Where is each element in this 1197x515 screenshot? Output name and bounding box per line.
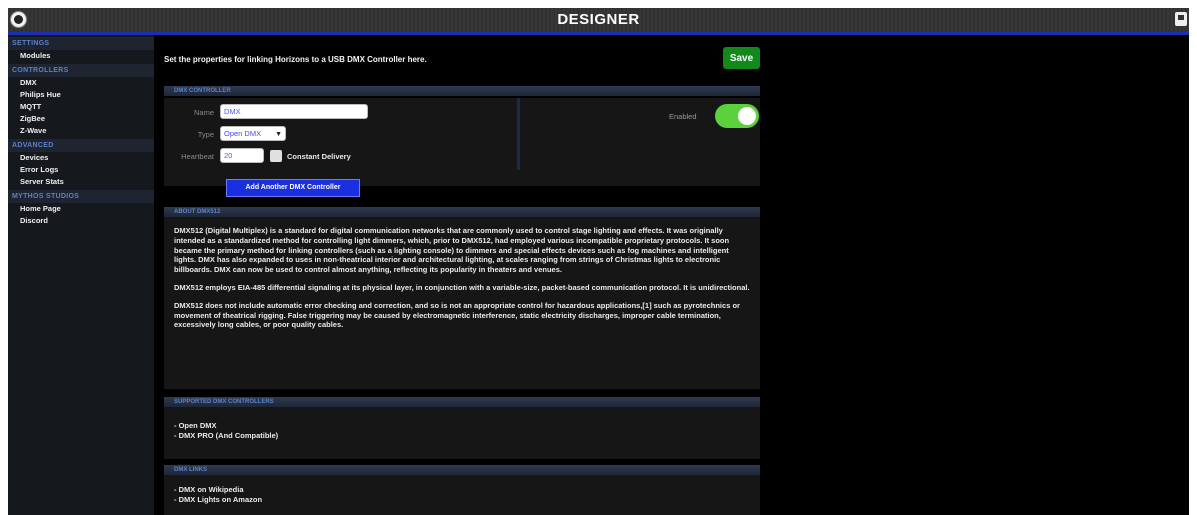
enabled-toggle[interactable] xyxy=(715,104,759,128)
dmx-controller-form: Name DMX Type Open DMX ▼ Heartbeat 20 Co… xyxy=(164,98,760,197)
sidebar-header-settings: SETTINGS xyxy=(8,37,154,50)
exit-icon[interactable] xyxy=(1175,12,1187,26)
sidebar-item-dmx[interactable]: DMX xyxy=(8,77,154,89)
about-panel: DMX512 (Digital Multiplex) is a standard… xyxy=(164,217,760,389)
sidebar-item-devices[interactable]: Devices xyxy=(8,152,154,164)
add-dmx-controller-button[interactable]: Add Another DMX Controller xyxy=(226,179,360,197)
title-bar: DESIGNER xyxy=(8,8,1189,35)
sidebar-item-modules[interactable]: Modules xyxy=(8,50,154,62)
dmx-links-header: DMX LINKS xyxy=(164,465,760,475)
sidebar-header-advanced: ADVANCED xyxy=(8,139,154,152)
sidebar-item-philips-hue[interactable]: Philips Hue xyxy=(8,89,154,101)
type-select-value: Open DMX xyxy=(224,129,262,138)
dmx-links-panel: - DMX on Wikipedia - DMX Lights on Amazo… xyxy=(164,475,760,515)
about-section-header: ABOUT DMX512 xyxy=(164,207,760,217)
app-title: DESIGNER xyxy=(557,11,640,28)
name-input[interactable]: DMX xyxy=(220,104,368,119)
sidebar-item-server-stats[interactable]: Server Stats xyxy=(8,176,154,188)
form-divider xyxy=(517,98,520,170)
constant-delivery-label: Constant Delivery xyxy=(287,152,351,161)
link-dmx-wikipedia[interactable]: - DMX on Wikipedia xyxy=(174,485,750,495)
supported-controllers-header: SUPPORTED DMX CONTROLLERS xyxy=(164,397,760,407)
about-text: DMX512 (Digital Multiplex) is a standard… xyxy=(164,217,760,330)
main-content: Set the properties for linking Horizons … xyxy=(160,35,760,515)
sidebar-item-mqtt[interactable]: MQTT xyxy=(8,101,154,113)
sidebar: SETTINGS Modules CONTROLLERS DMX Philips… xyxy=(8,35,154,515)
sidebar-header-mythos-studios: MYTHOS STUDIOS xyxy=(8,190,154,203)
name-label: Name xyxy=(193,108,214,117)
constant-delivery-checkbox[interactable] xyxy=(270,150,282,162)
type-label: Type xyxy=(197,130,214,139)
chevron-down-icon: ▼ xyxy=(275,131,282,138)
sidebar-item-discord[interactable]: Discord xyxy=(8,215,154,227)
sidebar-item-home-page[interactable]: Home Page xyxy=(8,203,154,215)
sidebar-item-zigbee[interactable]: ZigBee xyxy=(8,113,154,125)
about-paragraph-3: DMX512 does not include automatic error … xyxy=(174,300,740,330)
about-paragraph-1: DMX512 (Digital Multiplex) is a standard… xyxy=(174,226,730,275)
sidebar-item-error-logs[interactable]: Error Logs xyxy=(8,164,154,176)
app-window: DESIGNER SETTINGS Modules CONTROLLERS DM… xyxy=(8,8,1189,515)
enabled-label: Enabled xyxy=(669,112,697,121)
heartbeat-label: Heartbeat xyxy=(181,152,214,161)
intro-text: Set the properties for linking Horizons … xyxy=(164,55,427,64)
type-select[interactable]: Open DMX ▼ xyxy=(220,126,286,141)
save-button[interactable]: Save xyxy=(723,47,760,69)
toggle-knob xyxy=(738,107,756,125)
link-dmx-amazon[interactable]: - DMX Lights on Amazon xyxy=(174,495,750,505)
supported-item: - DMX PRO (And Compatible) xyxy=(174,431,279,440)
dmx-controller-section-header: DMX CONTROLLER xyxy=(164,86,760,96)
heartbeat-input[interactable]: 20 xyxy=(220,148,264,163)
sidebar-header-controllers: CONTROLLERS xyxy=(8,64,154,77)
supported-item: - Open DMX xyxy=(174,421,217,430)
about-paragraph-2: DMX512 employs EIA-485 differential sign… xyxy=(174,282,750,292)
sidebar-item-z-wave[interactable]: Z-Wave xyxy=(8,125,154,137)
supported-controllers-panel: - Open DMX - DMX PRO (And Compatible) xyxy=(164,407,760,459)
